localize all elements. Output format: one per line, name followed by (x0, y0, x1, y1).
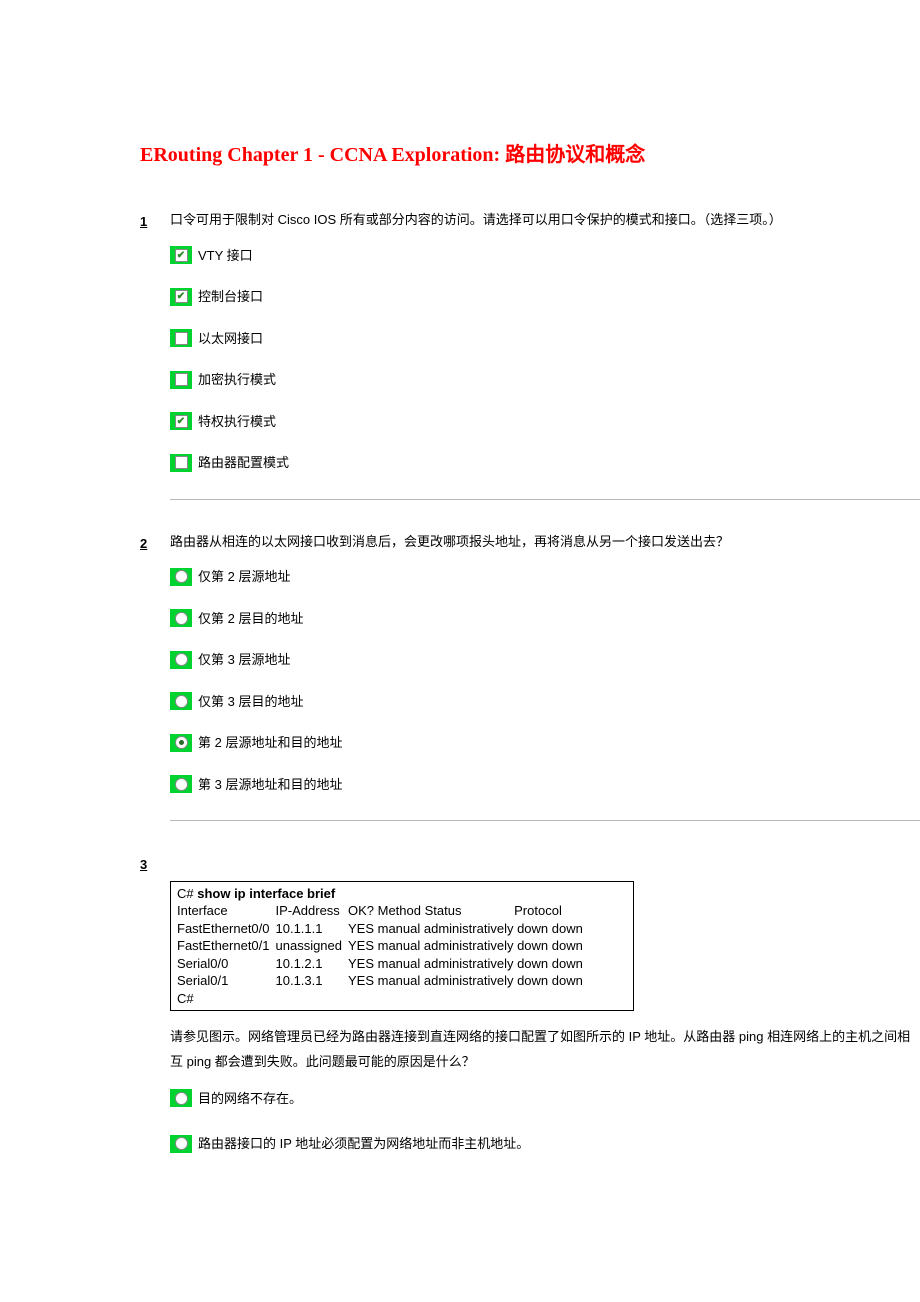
option-row: 目的网络不存在。 (170, 1089, 920, 1109)
radio[interactable] (175, 736, 188, 749)
option-label: 第 3 层源地址和目的地址 (198, 775, 342, 795)
checkbox[interactable] (175, 373, 188, 386)
radio-highlight (170, 609, 192, 627)
option-row: 特权执行模式 (170, 412, 920, 432)
cli-prompt: C# (177, 886, 197, 901)
cli-table: Interface IP-Address OK? Method Status P… (177, 902, 589, 990)
cell: Serial0/0 (177, 955, 276, 973)
col-interface: Interface (177, 902, 276, 920)
option-row: 第 2 层源地址和目的地址 (170, 733, 920, 753)
col-protocol: Protocol (514, 902, 589, 920)
question-text: 请参见图示。网络管理员已经为路由器连接到直连网络的接口配置了如图所示的 IP 地… (170, 1025, 920, 1074)
option-label: 仅第 2 层目的地址 (198, 609, 303, 629)
cli-prompt: C# (177, 990, 627, 1008)
table-row: Serial0/0 10.1.2.1 YES manual administra… (177, 955, 589, 973)
option-row: VTY 接口 (170, 246, 920, 266)
option-row: 仅第 3 层源地址 (170, 650, 920, 670)
radio[interactable] (175, 695, 188, 708)
option-row: 仅第 3 层目的地址 (170, 692, 920, 712)
cell: YES manual administratively down down (348, 972, 589, 990)
option-row: 控制台接口 (170, 287, 920, 307)
table-row: FastEthernet0/1 unassigned YES manual ad… (177, 937, 589, 955)
cell: 10.1.3.1 (276, 972, 349, 990)
checkbox-highlight (170, 371, 192, 389)
option-label: 加密执行模式 (198, 370, 276, 390)
option-row: 以太网接口 (170, 329, 920, 349)
question-2-options: 仅第 2 层源地址 仅第 2 层目的地址 仅第 3 层源地址 仅第 3 层目的地… (170, 567, 920, 821)
checkbox-highlight (170, 288, 192, 306)
radio-highlight (170, 692, 192, 710)
option-label: 路由器配置模式 (198, 453, 289, 473)
option-label: 仅第 3 层目的地址 (198, 692, 303, 712)
cell: 10.1.2.1 (276, 955, 349, 973)
option-label: 控制台接口 (198, 287, 263, 307)
option-label: 以太网接口 (198, 329, 263, 349)
checkbox[interactable] (175, 332, 188, 345)
checkbox-highlight (170, 246, 192, 264)
option-row: 仅第 2 层目的地址 (170, 609, 920, 629)
question-2: 2 路由器从相连的以太网接口收到消息后，会更改哪项报头地址，再将消息从另一个接口… (140, 532, 920, 822)
cell: YES manual administratively down down (348, 920, 589, 938)
radio-highlight (170, 568, 192, 586)
option-label: 目的网络不存在。 (198, 1089, 302, 1109)
checkbox-highlight (170, 329, 192, 347)
radio[interactable] (175, 778, 188, 791)
question-text: 路由器从相连的以太网接口收到消息后，会更改哪项报头地址，再将消息从另一个接口发送… (170, 532, 920, 552)
cell: YES manual administratively down down (348, 955, 589, 973)
question-3-options: 目的网络不存在。 路由器接口的 IP 地址必须配置为网络地址而非主机地址。 (170, 1089, 920, 1154)
radio-highlight (170, 1089, 192, 1107)
radio[interactable] (175, 653, 188, 666)
checkbox-highlight (170, 454, 192, 472)
radio[interactable] (175, 1137, 188, 1150)
option-label: VTY 接口 (198, 246, 253, 266)
option-label: 仅第 3 层源地址 (198, 650, 290, 670)
question-number: 2 (140, 532, 170, 554)
radio[interactable] (175, 612, 188, 625)
question-text: 口令可用于限制对 Cisco IOS 所有或部分内容的访问。请选择可以用口令保护… (170, 210, 920, 230)
question-number: 3 (140, 853, 170, 875)
cell: FastEthernet0/0 (177, 920, 276, 938)
option-row: 路由器配置模式 (170, 453, 920, 473)
col-status: OK? Method Status (348, 902, 514, 920)
col-ip: IP-Address (276, 902, 349, 920)
question-1-options: VTY 接口 控制台接口 以太网接口 加密执行模式 特权执行模式 路由器配置模式 (170, 246, 920, 500)
radio-highlight (170, 734, 192, 752)
radio-highlight (170, 1135, 192, 1153)
cell: YES manual administratively down down (348, 937, 589, 955)
cell: Serial0/1 (177, 972, 276, 990)
option-row: 第 3 层源地址和目的地址 (170, 775, 920, 795)
question-1: 1 口令可用于限制对 Cisco IOS 所有或部分内容的访问。请选择可以用口令… (140, 210, 920, 500)
checkbox[interactable] (175, 290, 188, 303)
cell: FastEthernet0/1 (177, 937, 276, 955)
cell: 10.1.1.1 (276, 920, 349, 938)
question-3: 3 (140, 853, 920, 875)
option-label: 仅第 2 层源地址 (198, 567, 290, 587)
page-title: ERouting Chapter 1 - CCNA Exploration: 路… (140, 140, 920, 170)
option-label: 第 2 层源地址和目的地址 (198, 733, 342, 753)
option-label: 路由器接口的 IP 地址必须配置为网络地址而非主机地址。 (198, 1134, 529, 1154)
checkbox[interactable] (175, 415, 188, 428)
radio[interactable] (175, 1092, 188, 1105)
option-label: 特权执行模式 (198, 412, 276, 432)
option-row: 仅第 2 层源地址 (170, 567, 920, 587)
option-row: 加密执行模式 (170, 370, 920, 390)
question-number: 1 (140, 210, 170, 232)
radio[interactable] (175, 570, 188, 583)
radio-highlight (170, 775, 192, 793)
cell: unassigned (276, 937, 349, 955)
checkbox-highlight (170, 412, 192, 430)
option-row: 路由器接口的 IP 地址必须配置为网络地址而非主机地址。 (170, 1134, 920, 1154)
checkbox[interactable] (175, 249, 188, 262)
cli-command: show ip interface brief (197, 886, 335, 901)
table-row: Serial0/1 10.1.3.1 YES manual administra… (177, 972, 589, 990)
table-row: Interface IP-Address OK? Method Status P… (177, 902, 589, 920)
table-row: FastEthernet0/0 10.1.1.1 YES manual admi… (177, 920, 589, 938)
radio-highlight (170, 651, 192, 669)
cli-output-box: C# show ip interface brief Interface IP-… (170, 881, 634, 1012)
checkbox[interactable] (175, 456, 188, 469)
